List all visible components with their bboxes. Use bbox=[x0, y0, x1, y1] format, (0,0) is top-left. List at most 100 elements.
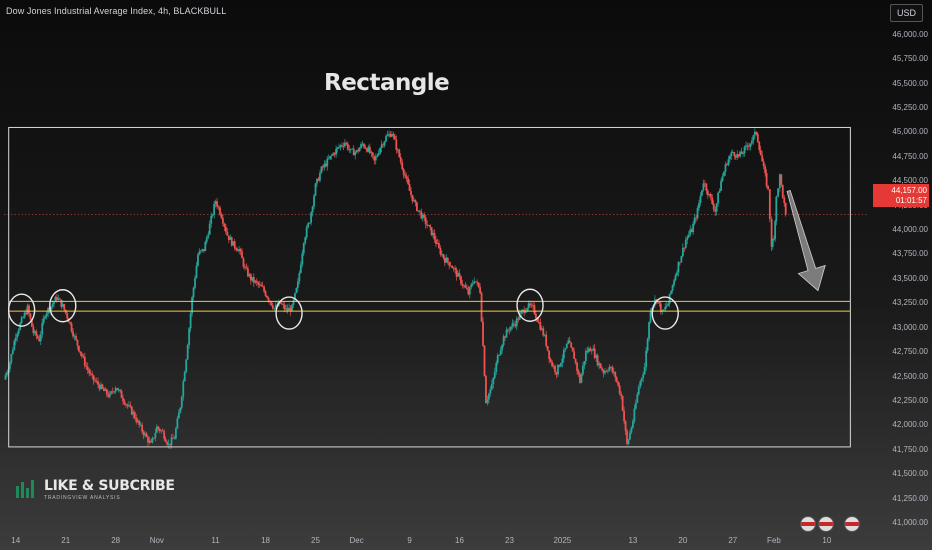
candle-body bbox=[717, 192, 720, 204]
candle-body bbox=[761, 155, 764, 162]
candle-body bbox=[728, 156, 731, 160]
candle-body bbox=[266, 295, 268, 298]
candle-body bbox=[224, 226, 227, 232]
candle-body bbox=[496, 355, 499, 363]
candle-body bbox=[101, 384, 104, 389]
candle-body bbox=[342, 145, 345, 147]
candle-body bbox=[291, 304, 293, 312]
candle-body bbox=[698, 202, 700, 208]
candle-body bbox=[487, 393, 490, 400]
candle-body bbox=[145, 433, 148, 437]
candle-body bbox=[11, 350, 14, 355]
candle-body bbox=[548, 350, 551, 359]
candle-body bbox=[679, 262, 681, 264]
candle-body bbox=[631, 421, 634, 428]
candle-body bbox=[723, 171, 725, 177]
candle-body bbox=[175, 428, 177, 439]
candle-body bbox=[183, 372, 186, 382]
candle-body bbox=[599, 363, 602, 369]
candle-body bbox=[105, 389, 108, 395]
candle-body bbox=[299, 264, 302, 273]
candle-body bbox=[510, 326, 512, 330]
candle-body bbox=[108, 393, 111, 397]
candle-body bbox=[122, 398, 124, 402]
price-tick-label: 42,750.00 bbox=[892, 347, 928, 357]
candle-body bbox=[41, 323, 44, 335]
time-tick-label: Nov bbox=[149, 536, 164, 545]
candle-body bbox=[270, 301, 273, 306]
candle-body bbox=[163, 431, 166, 439]
candle-body bbox=[176, 418, 179, 429]
candle-body bbox=[173, 438, 176, 440]
candle-body bbox=[401, 162, 404, 170]
candle-body bbox=[645, 350, 648, 368]
candle-body bbox=[177, 412, 180, 419]
candle-body bbox=[194, 278, 196, 288]
candle-body bbox=[310, 212, 313, 223]
candle-body bbox=[624, 421, 627, 431]
candle-body bbox=[752, 135, 755, 141]
candle-body bbox=[223, 223, 226, 227]
candle-body bbox=[438, 243, 440, 248]
candle-body bbox=[301, 253, 304, 265]
candle-body bbox=[454, 267, 457, 270]
candle-body bbox=[773, 238, 775, 240]
candle-body bbox=[571, 347, 574, 352]
candle-body bbox=[408, 183, 411, 191]
candle-body bbox=[693, 217, 696, 224]
candle-body bbox=[58, 298, 61, 300]
candle-body bbox=[767, 186, 769, 190]
candle-body bbox=[6, 372, 8, 376]
candle-body bbox=[461, 283, 464, 286]
candle-body bbox=[483, 345, 486, 377]
candle-body bbox=[676, 272, 678, 276]
candle-body bbox=[35, 331, 38, 337]
bar-countdown: 01:01:57 bbox=[895, 196, 927, 205]
price-tick-label: 41,750.00 bbox=[892, 444, 928, 454]
touch-circle-marker bbox=[275, 296, 303, 330]
candle-body bbox=[17, 329, 20, 334]
candle-body bbox=[133, 412, 136, 419]
candle-body bbox=[629, 432, 631, 440]
candle-body bbox=[210, 215, 213, 224]
candle-body bbox=[70, 323, 73, 332]
time-tick-label: 10 bbox=[822, 536, 832, 545]
candle-body bbox=[640, 378, 643, 382]
candle-body bbox=[338, 146, 340, 148]
candle-body bbox=[245, 267, 248, 269]
candle-body bbox=[379, 148, 382, 154]
economic-event-flag-icon[interactable] bbox=[818, 516, 834, 532]
candle-body bbox=[233, 241, 236, 248]
time-tick-label: 14 bbox=[11, 536, 21, 545]
time-tick-label: 21 bbox=[61, 536, 71, 545]
candle-body bbox=[505, 329, 508, 338]
candle-body bbox=[607, 370, 609, 372]
candle-body bbox=[414, 200, 417, 203]
candle-body bbox=[781, 184, 784, 198]
economic-events[interactable] bbox=[800, 516, 860, 532]
candle-body bbox=[777, 188, 779, 197]
candle-body bbox=[157, 426, 160, 429]
price-chart[interactable] bbox=[0, 0, 932, 550]
candle-body bbox=[493, 371, 496, 378]
candle-body bbox=[681, 247, 684, 257]
price-tick-label: 43,250.00 bbox=[892, 298, 928, 308]
currency-button[interactable]: USD bbox=[889, 4, 923, 22]
candle-body bbox=[508, 329, 511, 331]
candle-body bbox=[185, 359, 188, 373]
candle-body bbox=[468, 287, 471, 295]
candle-body bbox=[699, 195, 702, 203]
symbol-title[interactable]: Dow Jones Industrial Average Index, 4h, … bbox=[6, 6, 226, 16]
candle-body bbox=[45, 313, 48, 317]
candle-body bbox=[580, 374, 583, 383]
candle-body bbox=[664, 306, 667, 310]
candle-body bbox=[415, 202, 418, 211]
candle-body bbox=[78, 345, 80, 352]
candle-body bbox=[562, 350, 565, 359]
economic-event-flag-icon[interactable] bbox=[844, 516, 860, 532]
candle-body bbox=[263, 286, 265, 292]
candle-body bbox=[561, 358, 564, 364]
economic-event-flag-icon[interactable] bbox=[800, 516, 816, 532]
candle-body bbox=[213, 204, 216, 215]
candle-body bbox=[692, 223, 695, 233]
